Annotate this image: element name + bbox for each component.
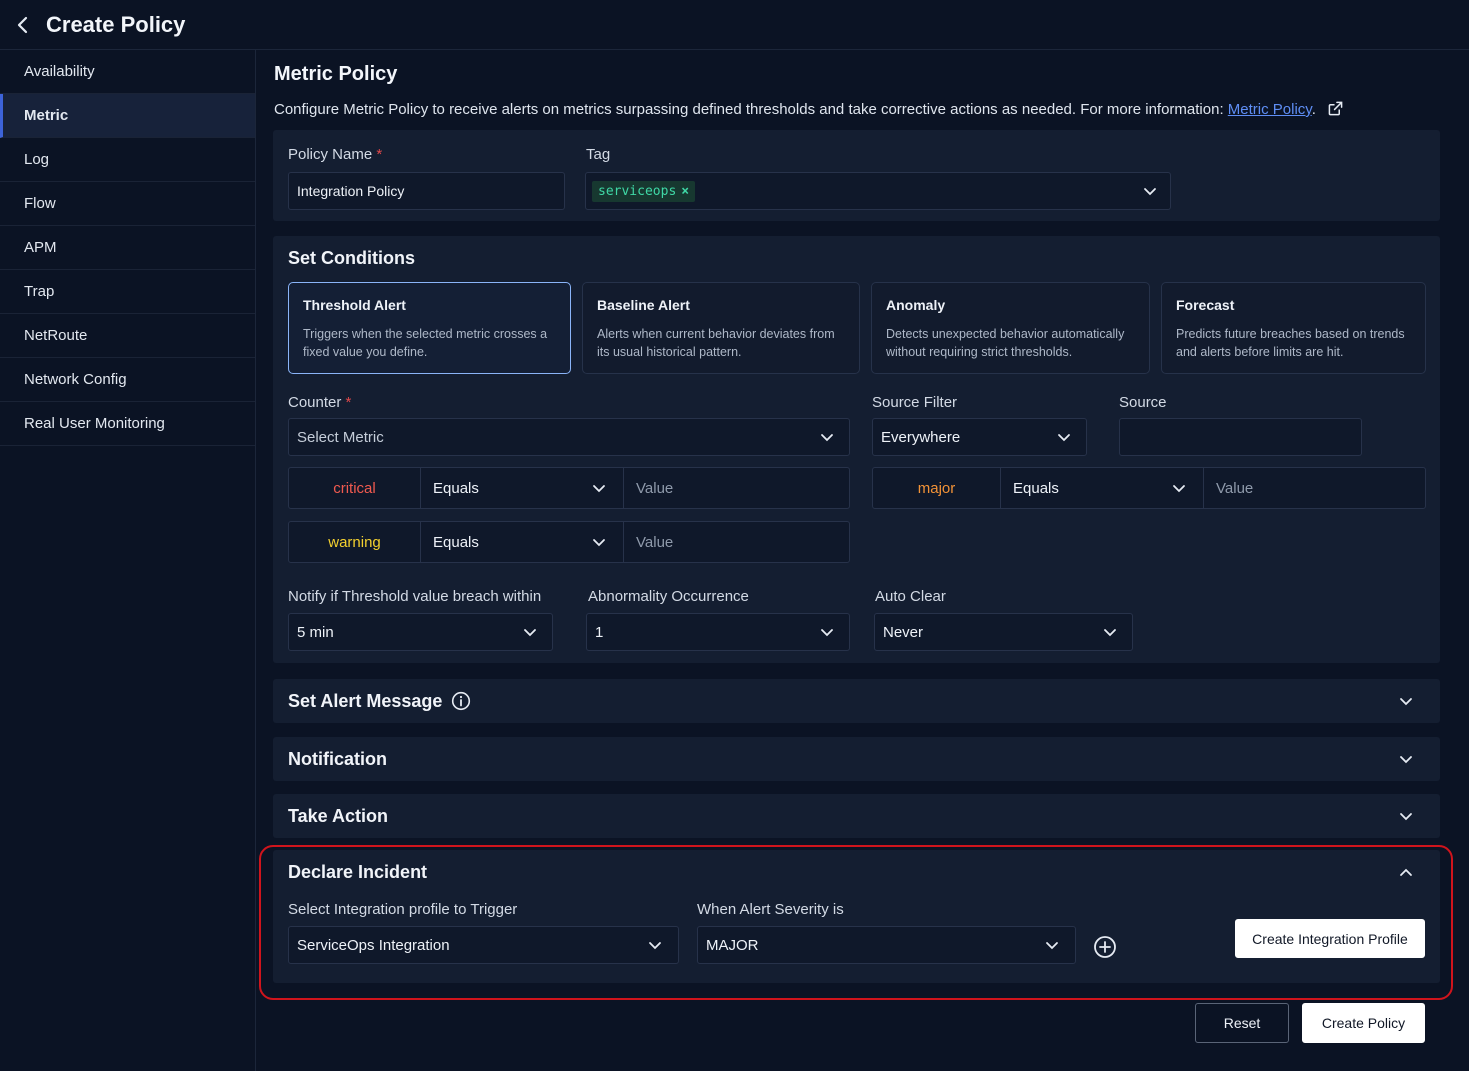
notification-section[interactable]: Notification xyxy=(273,737,1440,781)
page-title: Create Policy xyxy=(46,12,186,37)
counter-select[interactable]: Select Metric xyxy=(288,418,850,456)
sidebar-item-metric[interactable]: Metric xyxy=(0,94,255,138)
threshold-alert-card[interactable]: Threshold Alert Triggers when the select… xyxy=(288,282,571,374)
external-link-icon[interactable] xyxy=(1328,101,1343,116)
chevron-down-icon[interactable] xyxy=(820,433,834,442)
main-content: Metric Policy Configure Metric Policy to… xyxy=(256,50,1469,1071)
critical-label: critical xyxy=(333,479,376,497)
description-text: Configure Metric Policy to receive alert… xyxy=(274,101,1228,118)
take-action-section[interactable]: Take Action xyxy=(273,794,1440,838)
chevron-down-icon[interactable] xyxy=(1399,755,1413,764)
info-icon[interactable] xyxy=(451,691,471,711)
tag-chip: serviceops × xyxy=(592,180,696,202)
sidebar-item-netroute[interactable]: NetRoute xyxy=(0,314,255,358)
description: Configure Metric Policy to receive alert… xyxy=(274,101,1343,118)
chevron-down-icon[interactable] xyxy=(523,628,537,637)
notify-within-label: Notify if Threshold value breach within xyxy=(288,588,542,605)
auto-clear-select[interactable]: Never xyxy=(874,613,1133,651)
policy-name-input[interactable]: Integration Policy xyxy=(288,172,565,210)
sidebar-item-log[interactable]: Log xyxy=(0,138,255,182)
warning-threshold-row: warning Equals Value xyxy=(288,521,850,563)
alert-message-title: Set Alert Message xyxy=(288,690,443,711)
abnormality-label: Abnormality Occurrence xyxy=(588,588,749,605)
notification-title: Notification xyxy=(288,748,387,769)
policy-name-label: Policy Name * xyxy=(288,146,383,163)
major-value-input[interactable]: Value xyxy=(1203,468,1425,508)
counter-label: Counter * xyxy=(288,394,352,411)
take-action-title: Take Action xyxy=(288,805,389,826)
sidebar-item-real-user-monitoring[interactable]: Real User Monitoring xyxy=(0,402,255,446)
warning-value-input[interactable]: Value xyxy=(623,522,849,562)
chevron-left-icon[interactable] xyxy=(14,15,32,35)
policy-info-panel: Policy Name * Integration Policy Tag ser… xyxy=(273,130,1440,221)
sidebar-item-availability[interactable]: Availability xyxy=(0,50,255,94)
notify-within-select[interactable]: 5 min xyxy=(288,613,553,651)
critical-threshold-row: critical Equals Value xyxy=(288,467,850,509)
anomaly-card[interactable]: Anomaly Detects unexpected behavior auto… xyxy=(871,282,1150,374)
critical-value-input[interactable]: Value xyxy=(623,468,849,508)
sidebar-item-network-config[interactable]: Network Config xyxy=(0,358,255,402)
chevron-down-icon[interactable] xyxy=(1143,187,1157,196)
sidebar-item-trap[interactable]: Trap xyxy=(0,270,255,314)
metric-policy-link[interactable]: Metric Policy xyxy=(1228,101,1312,118)
baseline-alert-card[interactable]: Baseline Alert Alerts when current behav… xyxy=(582,282,860,374)
tag-label: Tag xyxy=(586,146,611,163)
major-threshold-row: major Equals Value xyxy=(872,467,1426,509)
critical-operator-select[interactable]: Equals xyxy=(420,468,623,508)
top-bar: Create Policy xyxy=(0,0,1469,50)
description-end: . xyxy=(1311,101,1316,118)
source-input[interactable] xyxy=(1119,418,1362,456)
chevron-down-icon[interactable] xyxy=(592,484,606,493)
auto-clear-label: Auto Clear xyxy=(875,588,946,605)
sidebar-item-flow[interactable]: Flow xyxy=(0,182,255,226)
source-filter-select[interactable]: Everywhere xyxy=(872,418,1087,456)
warning-operator-select[interactable]: Equals xyxy=(420,522,623,562)
major-operator-select[interactable]: Equals xyxy=(1000,468,1203,508)
section-title: Metric Policy xyxy=(274,63,398,85)
chevron-down-icon[interactable] xyxy=(1399,812,1413,821)
abnormality-select[interactable]: 1 xyxy=(586,613,850,651)
chevron-down-icon[interactable] xyxy=(1172,484,1186,493)
alert-message-section[interactable]: Set Alert Message xyxy=(273,679,1440,723)
tag-select[interactable]: serviceops × xyxy=(585,172,1171,210)
highlight-box xyxy=(259,845,1453,1000)
sidebar: Availability Metric Log Flow APM Trap Ne… xyxy=(0,50,256,1071)
warning-label: warning xyxy=(328,533,381,551)
conditions-panel: Set Conditions Threshold Alert Triggers … xyxy=(273,236,1440,663)
create-policy-button[interactable]: Create Policy xyxy=(1302,1003,1425,1043)
conditions-title: Set Conditions xyxy=(288,248,415,268)
chevron-down-icon[interactable] xyxy=(1399,697,1413,706)
source-label: Source xyxy=(1119,394,1167,411)
reset-button[interactable]: Reset xyxy=(1195,1003,1289,1043)
source-filter-label: Source Filter xyxy=(872,394,958,411)
major-label: major xyxy=(917,479,956,497)
sidebar-item-apm[interactable]: APM xyxy=(0,226,255,270)
chevron-down-icon[interactable] xyxy=(592,538,606,547)
chevron-down-icon[interactable] xyxy=(1103,628,1117,637)
chevron-down-icon[interactable] xyxy=(820,628,834,637)
remove-tag-icon[interactable]: × xyxy=(681,184,689,199)
chevron-down-icon[interactable] xyxy=(1057,433,1071,442)
forecast-card[interactable]: Forecast Predicts future breaches based … xyxy=(1161,282,1426,374)
